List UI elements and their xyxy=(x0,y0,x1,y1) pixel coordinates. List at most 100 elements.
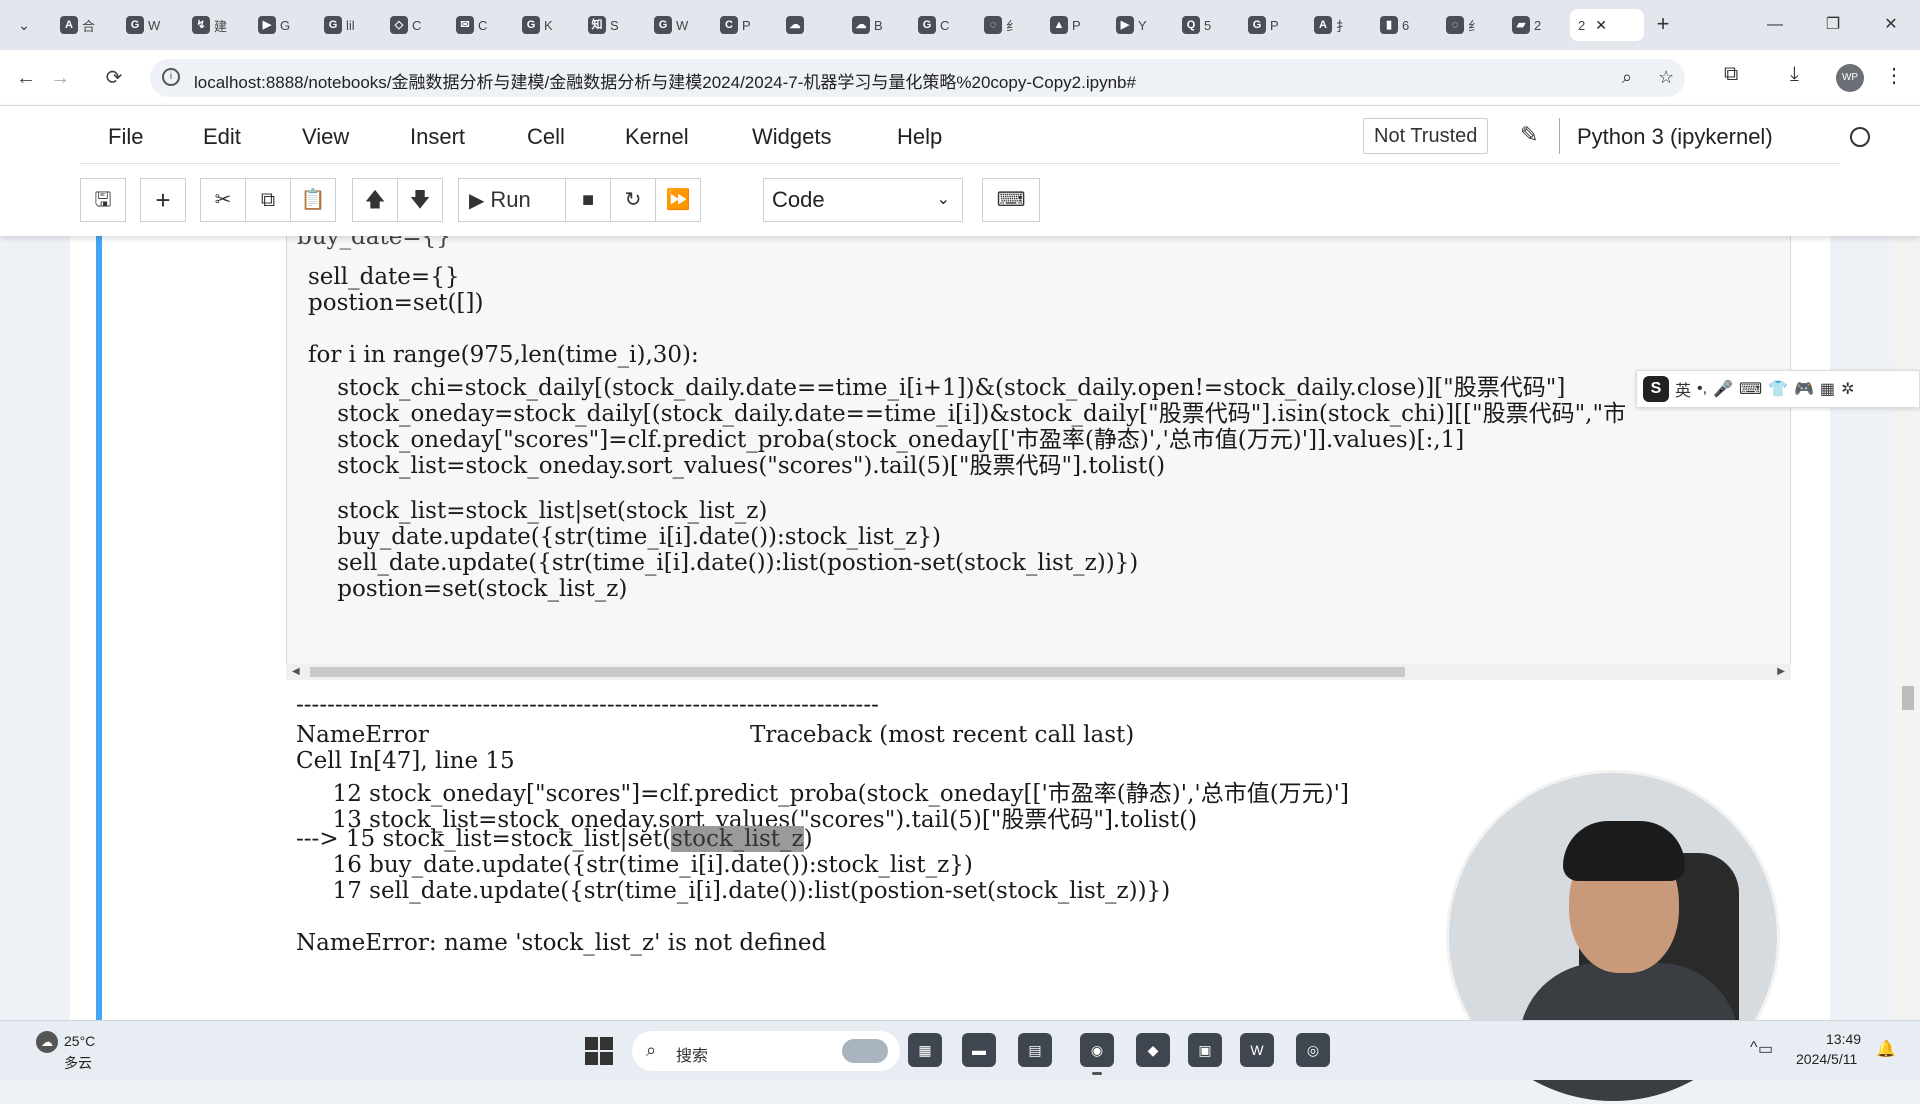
zoom-icon[interactable]: ⌕ xyxy=(1622,67,1632,88)
move-down-arrow-icon[interactable]: 🡇 xyxy=(397,178,443,222)
weather-temperature[interactable]: 25°C xyxy=(64,1033,95,1049)
browser-tab[interactable]: ✉ C xyxy=(448,9,512,41)
ime-apps-icon[interactable]: ▦ xyxy=(1820,379,1835,399)
scroll-right-icon[interactable]: ▶ xyxy=(1777,664,1785,680)
browser-tab[interactable]: GP xyxy=(1240,9,1304,41)
menu-file[interactable]: File xyxy=(108,124,143,150)
weather-description[interactable]: 多云 xyxy=(64,1053,92,1073)
menu-insert[interactable]: Insert xyxy=(410,124,465,150)
ime-language[interactable]: 英 xyxy=(1675,377,1691,401)
taskbar-app-icon[interactable]: ▤ xyxy=(1018,1033,1052,1067)
taskbar-search[interactable]: ⌕ 搜索 xyxy=(632,1031,900,1071)
paste-icon[interactable]: 📋 xyxy=(290,178,336,222)
not-trusted-button[interactable]: Not Trusted xyxy=(1363,118,1489,154)
weather-cloud-icon[interactable]: ☁ xyxy=(36,1031,58,1053)
close-window-button[interactable]: ✕ xyxy=(1862,0,1920,50)
browser-tab[interactable]: Glil xyxy=(316,9,380,41)
browser-tab[interactable]: ↯ 建 xyxy=(184,9,248,41)
move-up-arrow-icon[interactable]: 🡅 xyxy=(352,178,398,222)
browser-tab[interactable]: ◌ 纟 xyxy=(1438,9,1502,41)
copy-icon[interactable]: ⧉ xyxy=(245,178,291,222)
minimize-button[interactable]: — xyxy=(1746,0,1804,50)
url-omnibox[interactable]: i localhost:8888/notebooks/金融数据分析与建模/金融数… xyxy=(150,59,1685,97)
menu-help[interactable]: Help xyxy=(897,124,942,150)
start-windows-icon[interactable] xyxy=(585,1037,613,1065)
tray-chevron-icon[interactable]: ^ xyxy=(1750,1039,1758,1057)
extensions-icon[interactable]: ⧉ xyxy=(1724,63,1738,86)
ime-toolbar[interactable]: S 英 •, 🎤 ⌨ 👕 🎮 ▦ ✲ xyxy=(1636,370,1920,408)
fast-forward-icon[interactable]: ⏩ xyxy=(655,178,701,222)
stop-square-icon[interactable]: ■ xyxy=(565,178,611,222)
clock-time[interactable]: 13:49 xyxy=(1826,1031,1861,1047)
menu-view[interactable]: View xyxy=(302,124,349,150)
browser-tab[interactable]: ▲ P xyxy=(1042,9,1106,41)
taskbar-app-icon[interactable]: ▣ xyxy=(1188,1033,1222,1067)
ime-punctuation[interactable]: •, xyxy=(1697,380,1707,398)
cut-scissors-icon[interactable]: ✂ xyxy=(200,178,246,222)
save-icon[interactable]: 🖫 xyxy=(80,178,126,222)
taskbar-app-icon[interactable]: ◉ xyxy=(1080,1033,1114,1075)
vertical-scrollbar[interactable] xyxy=(1894,236,1920,1020)
tab-favicon-icon: G xyxy=(1248,16,1266,34)
browser-tab[interactable]: GC xyxy=(910,9,974,41)
taskbar-app-icon[interactable]: ▬ xyxy=(962,1033,996,1067)
download-icon[interactable]: ⤓ xyxy=(1790,63,1799,86)
vertical-scroll-thumb[interactable] xyxy=(1902,686,1914,710)
browser-tab[interactable]: GW xyxy=(646,9,710,41)
browser-tab[interactable]: ☁ xyxy=(778,9,842,41)
browser-tab-active[interactable]: 2 ✕ xyxy=(1570,9,1644,41)
browser-tab[interactable]: ▶ G xyxy=(250,9,314,41)
browser-tab[interactable]: ▶ Y xyxy=(1108,9,1172,41)
browser-tab[interactable]: A扌 xyxy=(1306,9,1370,41)
taskbar-app-icon[interactable]: ▦ xyxy=(908,1033,942,1067)
browser-tab[interactable]: GK xyxy=(514,9,578,41)
back-arrow-icon[interactable]: ← xyxy=(10,62,42,94)
taskbar-app-icon[interactable]: ◎ xyxy=(1296,1033,1330,1067)
bookmark-star-icon[interactable]: ☆ xyxy=(1658,67,1674,88)
run-button[interactable]: ▶ Run xyxy=(458,178,566,222)
ime-microphone-icon[interactable]: 🎤 xyxy=(1713,379,1733,399)
menu-cell[interactable]: Cell xyxy=(527,124,565,150)
close-tab-icon[interactable]: ✕ xyxy=(1595,17,1607,34)
browser-tab[interactable]: ☁ B xyxy=(844,9,908,41)
forward-arrow-icon[interactable]: → xyxy=(44,62,76,94)
menu-kernel[interactable]: Kernel xyxy=(625,124,689,150)
kernel-name[interactable]: Python 3 (ipykernel) xyxy=(1577,124,1773,150)
ime-skin-icon[interactable]: 👕 xyxy=(1768,379,1788,399)
insert-cell-plus-icon[interactable]: + xyxy=(140,178,186,222)
ime-settings-icon[interactable]: ✲ xyxy=(1841,379,1854,399)
horizontal-scrollbar[interactable]: ◀ ▶ xyxy=(286,664,1791,680)
browser-menu-icon[interactable]: ⋮ xyxy=(1884,63,1904,88)
browser-tab[interactable]: ◌ 纟 xyxy=(976,9,1040,41)
tab-search-chevron-down-icon[interactable]: ⌄ xyxy=(10,12,38,38)
browser-tab[interactable]: Q5 xyxy=(1174,9,1238,41)
horizontal-scroll-thumb[interactable] xyxy=(310,667,1405,677)
restore-button[interactable]: ❐ xyxy=(1804,0,1862,50)
keyboard-icon[interactable]: ⌨ xyxy=(982,178,1040,222)
pencil-icon[interactable]: ✎ xyxy=(1520,122,1538,148)
ime-keyboard-icon[interactable]: ⌨ xyxy=(1739,379,1762,399)
clock-date[interactable]: 2024/5/11 xyxy=(1796,1051,1857,1067)
taskbar-app-icon[interactable]: W xyxy=(1240,1033,1274,1067)
menu-widgets[interactable]: Widgets xyxy=(752,124,831,150)
browser-tab[interactable]: GW xyxy=(118,9,182,41)
menu-edit[interactable]: Edit xyxy=(203,124,241,150)
profile-avatar[interactable]: WP xyxy=(1836,64,1864,92)
site-info-icon[interactable]: i xyxy=(162,68,180,86)
url-text[interactable]: localhost:8888/notebooks/金融数据分析与建模/金融数据分… xyxy=(194,68,1136,93)
ime-game-icon[interactable]: 🎮 xyxy=(1794,379,1814,399)
reload-icon[interactable]: ⟳ xyxy=(98,62,130,94)
browser-tab[interactable]: CP xyxy=(712,9,776,41)
browser-tab[interactable]: ▰ 2 xyxy=(1504,9,1568,41)
new-tab-button[interactable]: + xyxy=(1650,12,1676,38)
browser-tab[interactable]: ▮ 6 xyxy=(1372,9,1436,41)
scroll-left-icon[interactable]: ◀ xyxy=(292,664,300,680)
tray-battery-icon[interactable]: ▭ xyxy=(1758,1039,1773,1059)
restart-icon[interactable]: ↻ xyxy=(610,178,656,222)
browser-tab[interactable]: 知S xyxy=(580,9,644,41)
browser-tab[interactable]: A合 xyxy=(52,9,116,41)
cell-type-select[interactable]: Code ⌄ xyxy=(763,178,963,222)
browser-tab[interactable]: ◇ C xyxy=(382,9,446,41)
taskbar-app-icon[interactable]: ◆ xyxy=(1136,1033,1170,1067)
notification-bell-icon[interactable]: 🔔 xyxy=(1876,1039,1896,1059)
